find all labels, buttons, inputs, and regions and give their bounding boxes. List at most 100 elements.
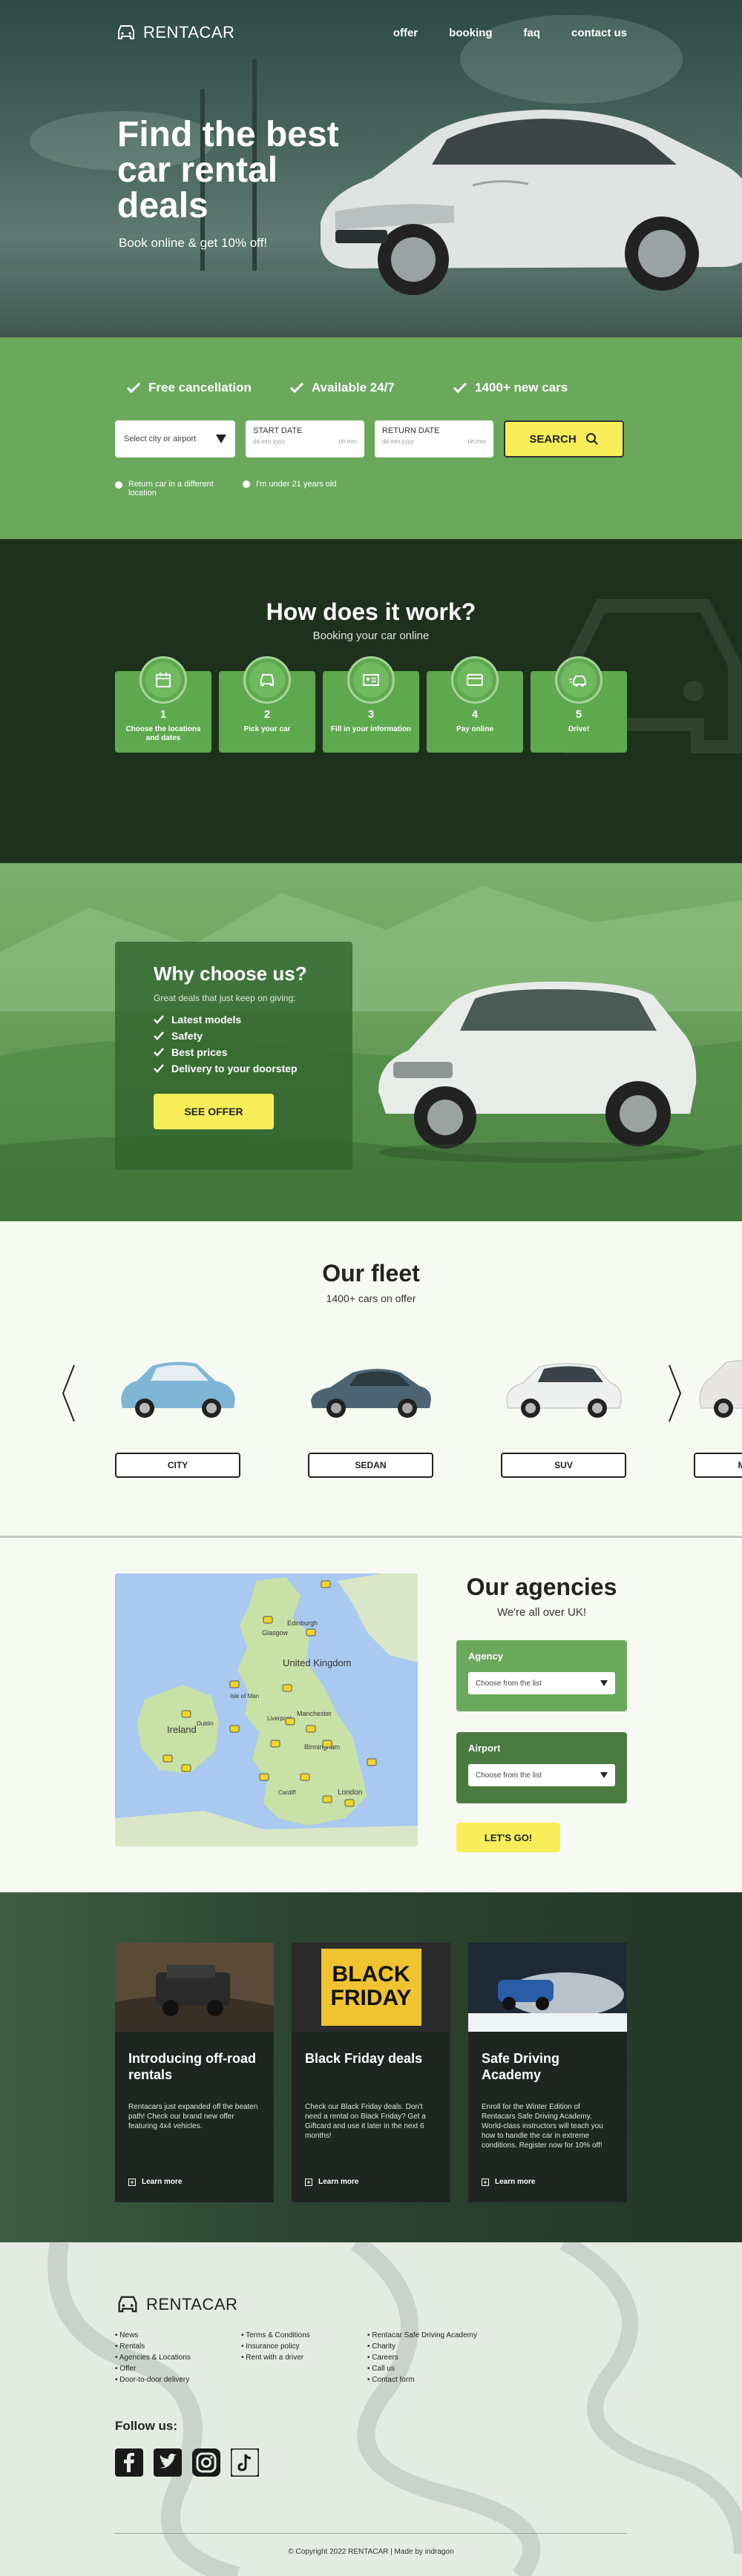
nav-link-booking[interactable]: booking	[449, 27, 492, 39]
social-links	[115, 2448, 259, 2477]
nav-links: offer booking faq contact us	[393, 27, 627, 39]
lets-go-button[interactable]: LET'S GO!	[456, 1823, 560, 1852]
step-number: 1	[160, 708, 167, 721]
perk-item: Free cancellation	[126, 380, 289, 395]
facebook-icon[interactable]	[115, 2448, 143, 2477]
learn-more-link[interactable]: + Learn more	[482, 2178, 535, 2186]
news-card[interactable]: Introducing off-road rentals Rentacars j…	[115, 1943, 274, 2202]
learn-more-label: Learn more	[142, 2178, 183, 2186]
news-card[interactable]: Safe Driving Academy Enroll for the Wint…	[468, 1943, 627, 2202]
footer-link[interactable]: • Charity	[367, 2341, 501, 2352]
search-form: Select city or airport START DATE dd.mm.…	[115, 420, 627, 458]
footer-link[interactable]: • Rentacar Safe Driving Academy	[367, 2330, 501, 2341]
fleet-title: Our fleet	[322, 1260, 420, 1287]
radio-button[interactable]	[243, 480, 250, 488]
map-label: Isle of Man	[230, 1693, 259, 1700]
map-label: Glasgow	[262, 1629, 289, 1637]
learn-more-link[interactable]: + Learn more	[128, 2178, 182, 2186]
step-icon-core	[457, 662, 493, 698]
fleet-button-minivan[interactable]: MINIVAN	[694, 1453, 742, 1478]
learn-more-link[interactable]: + Learn more	[305, 2178, 358, 2186]
footer-link[interactable]: • Rentals	[115, 2341, 211, 2352]
footer-link[interactable]: • Careers	[367, 2352, 501, 2363]
search-icon	[585, 433, 598, 445]
search-button[interactable]: SEARCH	[504, 420, 624, 458]
agency-label: Agency	[468, 1651, 503, 1662]
footer-link[interactable]: • Rent with a driver	[241, 2352, 338, 2363]
logo[interactable]: RENTACAR	[115, 23, 234, 42]
location-select[interactable]: Select city or airport	[115, 420, 235, 458]
radio-button[interactable]	[115, 481, 122, 489]
date-placeholders: dd.mm.yyyy hh:mm	[253, 438, 357, 445]
check-icon	[154, 1015, 164, 1024]
fleet-button-city[interactable]: CITY	[115, 1453, 240, 1478]
news-text: Check our Black Friday deals. Don't need…	[305, 2103, 426, 2140]
news-title: Introducing off-road rentals	[128, 2051, 256, 2082]
why-item-label: Latest models	[171, 1014, 242, 1026]
winding-road-background	[47, 2242, 742, 2576]
news-text: Enroll for the Winter Edition of Rentaca…	[482, 2103, 603, 2150]
nav-link-offer[interactable]: offer	[393, 27, 418, 39]
plus-icon: +	[305, 2178, 312, 2186]
fleet-item-minivan: MINIVAN	[694, 1355, 742, 1478]
step-icon-ring	[243, 656, 291, 704]
credit-card-icon	[467, 674, 483, 686]
agency-select[interactable]: Choose from the list	[468, 1672, 615, 1694]
perks-list: Free cancellation Available 24/7 1400+ n…	[126, 380, 616, 395]
perk-item: 1400+ new cars	[453, 380, 616, 395]
tiktok-icon[interactable]	[231, 2448, 259, 2477]
footer-link[interactable]: • Door-to-door delivery	[115, 2374, 211, 2385]
see-offer-button[interactable]: SEE OFFER	[154, 1094, 274, 1129]
footer-link[interactable]: • News	[115, 2330, 211, 2341]
suv-car-image	[506, 1363, 622, 1418]
twitter-icon[interactable]	[154, 2448, 182, 2477]
option-under-21[interactable]: I'm under 21 years old	[243, 480, 354, 498]
news-body: Black Friday deals Check our Black Frida…	[292, 2035, 450, 2173]
location-placeholder: Select city or airport	[124, 435, 197, 443]
footer-link[interactable]: • Terms & Conditions	[241, 2330, 338, 2341]
uk-map: United Kingdom Ireland Glasgow Edinburgh…	[115, 1573, 418, 1846]
footer-link[interactable]: • Insurance policy	[241, 2341, 338, 2352]
top-nav: RENTACAR offer booking faq contact us	[115, 21, 627, 44]
news-cards: Introducing off-road rentals Rentacars j…	[115, 1943, 627, 2202]
step-number: 4	[471, 708, 479, 721]
return-date-field[interactable]: RETURN DATE dd.mm.yyyy hh:mm	[375, 420, 493, 458]
instagram-icon[interactable]	[192, 2448, 220, 2477]
nav-link-contact[interactable]: contact us	[571, 27, 627, 39]
agency-box: Agency Choose from the list	[456, 1640, 627, 1711]
news-body: Safe Driving Academy Enroll for the Wint…	[468, 2035, 627, 2173]
footer-link[interactable]: • Agencies & Locations	[115, 2352, 211, 2363]
step-number: 5	[575, 708, 582, 721]
car-icon	[260, 674, 274, 686]
news-card[interactable]: BLACK FRIDAY Black Friday deals Check ou…	[292, 1943, 450, 2202]
agencies-map[interactable]: United Kingdom Ireland Glasgow Edinburgh…	[115, 1573, 418, 1846]
footer-link[interactable]: • Contact form	[367, 2374, 501, 2385]
airport-select[interactable]: Choose from the list	[468, 1764, 615, 1786]
step-label: Fill in your information	[330, 725, 412, 733]
carousel-prev-icon[interactable]	[61, 1364, 76, 1423]
nav-link-faq[interactable]: faq	[523, 27, 540, 39]
footer-logo[interactable]: RENTACAR	[115, 2294, 237, 2315]
airport-select-placeholder: Choose from the list	[476, 1771, 542, 1780]
start-date-field[interactable]: START DATE dd.mm.yyyy hh:mm	[246, 420, 364, 458]
fleet-button-sedan[interactable]: SEDAN	[308, 1453, 433, 1478]
news-section: Introducing off-road rentals Rentacars j…	[0, 1892, 742, 2242]
perk-label: Available 24/7	[312, 380, 395, 394]
footer-link[interactable]: • Offer	[115, 2363, 211, 2374]
step-label: Drive!	[568, 725, 590, 733]
agency-select-placeholder: Choose from the list	[476, 1679, 542, 1688]
fleet-item-suv: SUV	[501, 1355, 626, 1478]
why-subtitle: Great deals that just keep on giving:	[154, 993, 296, 1003]
footer-link[interactable]: • Call us	[367, 2363, 501, 2374]
fleet-button-suv[interactable]: SUV	[501, 1453, 626, 1478]
why-item: Delivery to your doorstep	[154, 1063, 314, 1074]
check-icon	[453, 382, 467, 394]
date-placeholder: dd.mm.yyyy	[382, 438, 414, 445]
why-item-label: Delivery to your doorstep	[171, 1063, 298, 1074]
map-label: Birmingham	[304, 1743, 340, 1751]
map-label: Dublin	[197, 1720, 214, 1727]
footer: RENTACAR • News • Rentals • Agencies & L…	[0, 2242, 742, 2576]
how-subtitle: Booking your car online	[312, 630, 430, 642]
option-different-location[interactable]: Return car in a different location	[115, 480, 226, 498]
airport-label: Airport	[468, 1743, 501, 1754]
